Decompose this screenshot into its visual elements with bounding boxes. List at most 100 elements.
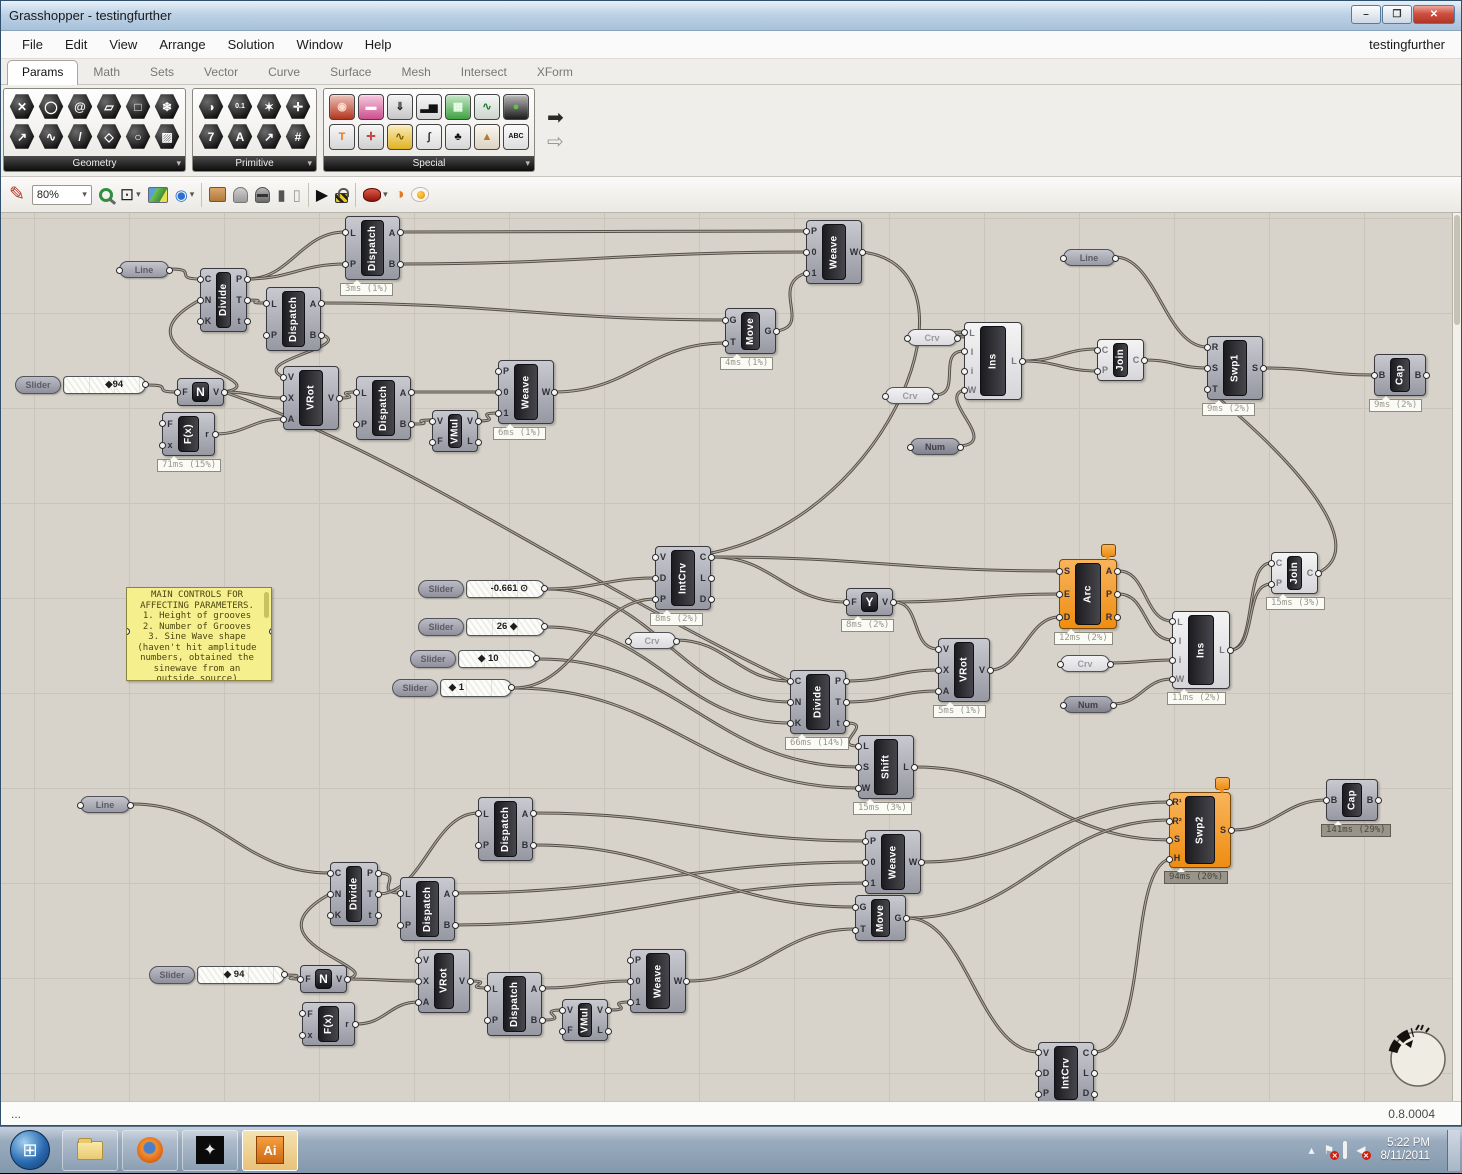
output-port-B[interactable] [530,842,537,849]
sphere-icon[interactable]: ● [503,94,529,120]
preview-shaded-icon[interactable]: ▮ [277,186,285,204]
surface-icon[interactable]: ▨ [154,124,180,150]
output-port[interactable] [508,684,515,691]
histogram-icon[interactable]: ▂▅ [416,94,442,120]
group-dropdown-icon[interactable]: ▾ [176,158,181,169]
output-port-B[interactable] [452,922,459,929]
tree-icon[interactable]: ♣ [445,124,471,150]
canvas-compass[interactable] [1383,1024,1452,1094]
input-port-L[interactable] [961,329,968,336]
param-capsule-line[interactable]: Line [80,796,130,813]
output-port[interactable] [541,585,548,592]
input-port-T[interactable] [722,340,729,347]
tray-chevron-icon[interactable]: ▴ [1309,1143,1315,1157]
group-dropdown-icon[interactable]: ▾ [525,158,530,169]
output-port-T[interactable] [843,699,850,706]
output-port-L[interactable] [475,439,482,446]
input-port-C[interactable] [197,276,204,283]
output-port-W[interactable] [859,249,866,256]
spiral-icon[interactable]: @ [67,94,93,120]
node-dispatch3[interactable]: LPDispatchAB [356,376,411,440]
input-port-F[interactable] [429,439,436,446]
output-port[interactable] [142,381,149,388]
input-port-L[interactable] [397,890,404,897]
input-port-S[interactable] [855,764,862,771]
output-port-V[interactable] [336,395,343,402]
zoom-extents-icon[interactable]: ⊡▾ [120,185,141,205]
param-capsule-crv[interactable]: Crv [885,387,935,404]
input-port-F[interactable] [297,976,304,983]
output-port-V[interactable] [467,978,474,985]
param-capsule-line[interactable]: Line [1063,249,1115,266]
note-scrollbar-thumb[interactable] [264,592,269,618]
vector-arrow-icon[interactable]: ↗ [9,124,35,150]
input-port-V[interactable] [559,1007,566,1014]
input-port-V[interactable] [429,418,436,425]
input-port-P[interactable] [495,368,502,375]
import-icon[interactable]: ⇓ [387,94,413,120]
map-view-icon[interactable] [148,187,168,203]
tab-surface[interactable]: Surface [315,60,386,84]
node-join2[interactable]: CPJoinC15ms (3%) [1271,552,1318,594]
output-port[interactable] [932,393,939,400]
wire[interactable] [1094,859,1169,1052]
slider-track[interactable]: 26 ◆ [466,618,545,636]
output-port[interactable] [166,267,173,274]
slider-track[interactable]: ◆ 94 [197,966,285,984]
param-capsule-crv[interactable]: Crv [907,329,957,346]
input-port[interactable] [116,267,123,274]
output-port[interactable] [541,623,548,630]
graph-mapper-icon[interactable]: ∫ [416,124,442,150]
number-icon[interactable]: 0.1 [227,94,253,120]
taskbar-app-firefox[interactable] [122,1130,178,1171]
node-divide3[interactable]: CNKDividePTt [330,862,378,926]
input-port-R²[interactable] [1166,818,1173,825]
node-shift1[interactable]: LSWShiftL15ms (3%) [858,735,914,799]
menu-item-window[interactable]: Window [286,33,354,56]
input-port-X[interactable] [280,395,287,402]
preview-wireframe-icon[interactable]: ▯ [293,186,301,204]
output-port-S[interactable] [1228,827,1235,834]
output-port-T[interactable] [375,891,382,898]
input-port-L[interactable] [484,985,491,992]
text-icon[interactable]: A [227,124,253,150]
input-port-P[interactable] [862,838,869,845]
output-port-A[interactable] [539,985,546,992]
output-port[interactable] [269,628,272,635]
taskbar-app-illustrator[interactable]: Ai [242,1130,298,1171]
output-port-L[interactable] [708,575,715,582]
input-port-i[interactable] [961,368,968,375]
output-port-A[interactable] [1114,568,1121,575]
output-port-B[interactable] [1423,372,1430,379]
minimize-button[interactable]: – [1351,5,1381,24]
param-capsule-num[interactable]: Num [1063,696,1113,713]
output-port-r[interactable] [352,1021,359,1028]
input-port-P[interactable] [1094,368,1101,375]
slider-name-grip[interactable]: Slider [15,376,61,394]
tab-sets[interactable]: Sets [135,60,189,84]
output-port-L[interactable] [911,764,918,771]
sketch-tool-icon[interactable]: ✎ [9,183,25,206]
input-port[interactable] [1057,661,1064,668]
preview-eye-icon[interactable]: ◉▾ [175,186,195,204]
line-graph-icon[interactable]: ∿ [474,94,500,120]
complex-icon[interactable]: ❄ [154,94,180,120]
curve-icon[interactable]: ∿ [38,124,64,150]
cylinder-icon[interactable]: ○ [125,124,151,150]
area-chart-icon[interactable]: ▲ [474,124,500,150]
menu-item-file[interactable]: File [11,33,54,56]
output-port-V[interactable] [475,418,482,425]
wire[interactable] [655,252,920,557]
slider-track[interactable]: ◆94 [63,376,146,394]
number-slider[interactable]: Slider◆ 1 [392,679,512,697]
output-port-B[interactable] [408,421,415,428]
number-slider[interactable]: Slider◆ 10 [410,650,537,668]
node-dispatch1[interactable]: LPDispatchAB3ms (1%) [345,216,400,280]
input-port[interactable] [126,628,130,635]
node-vrot1[interactable]: VXAVRotV [283,366,339,430]
restore-button[interactable]: ❐ [1382,5,1412,24]
output-port[interactable] [1112,255,1119,262]
input-port-V[interactable] [935,646,942,653]
node-weave3[interactable]: P01WeaveW [630,949,686,1013]
output-port-L[interactable] [605,1028,612,1035]
